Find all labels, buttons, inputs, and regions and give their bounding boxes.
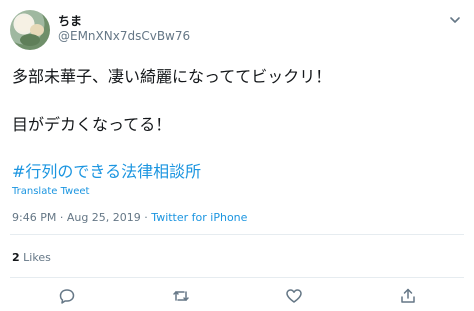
- tweet-meta: 9:46 PM · Aug 25, 2019 · Twitter for iPh…: [12, 211, 247, 224]
- avatar[interactable]: [10, 10, 50, 50]
- user-handle[interactable]: @EMnXNx7dsCvBw76: [58, 29, 190, 43]
- display-name[interactable]: ちま: [58, 12, 82, 29]
- meta-separator: ·: [144, 211, 148, 224]
- translate-tweet-link[interactable]: Translate Tweet: [12, 186, 89, 197]
- tweet-text-line-1: 多部未華子、凄い綺麗になっててビックリ！: [12, 67, 332, 86]
- tweet-date[interactable]: Aug 25, 2019: [67, 211, 141, 224]
- divider: [10, 277, 464, 278]
- retweet-icon[interactable]: [172, 287, 190, 305]
- tweet-time[interactable]: 9:46 PM: [12, 211, 56, 224]
- divider: [10, 234, 464, 235]
- heart-icon[interactable]: [285, 287, 303, 305]
- likes-count: 2: [12, 251, 20, 264]
- likes-label: Likes: [23, 251, 51, 264]
- hashtag-link[interactable]: #行列のできる法律相談所: [12, 158, 201, 182]
- meta-separator: ·: [59, 211, 64, 224]
- reply-icon[interactable]: [58, 287, 76, 305]
- share-icon[interactable]: [399, 287, 417, 305]
- tweet-text-line-2: 目がデカくなってる！: [12, 115, 172, 134]
- tweet-source-link[interactable]: Twitter for iPhone: [151, 211, 247, 224]
- likes-count-link[interactable]: 2 Likes: [12, 251, 51, 264]
- chevron-down-icon[interactable]: [448, 12, 462, 26]
